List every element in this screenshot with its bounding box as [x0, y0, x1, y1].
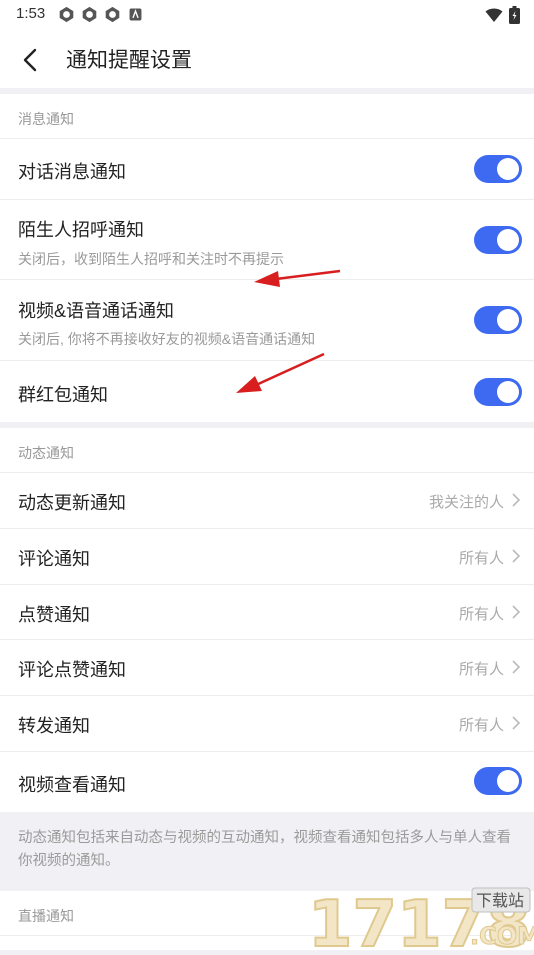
site-watermark: 17178 下载站 .COM	[306, 882, 534, 955]
annotation-arrows	[236, 269, 341, 393]
watermark-badge: 下载站	[476, 891, 524, 910]
annotation-arrow	[236, 352, 325, 393]
annotation-arrow	[254, 269, 341, 287]
watermark-domain: .COM	[470, 922, 534, 950]
watermark-logo: 17178 下载站 .COM	[307, 887, 534, 955]
